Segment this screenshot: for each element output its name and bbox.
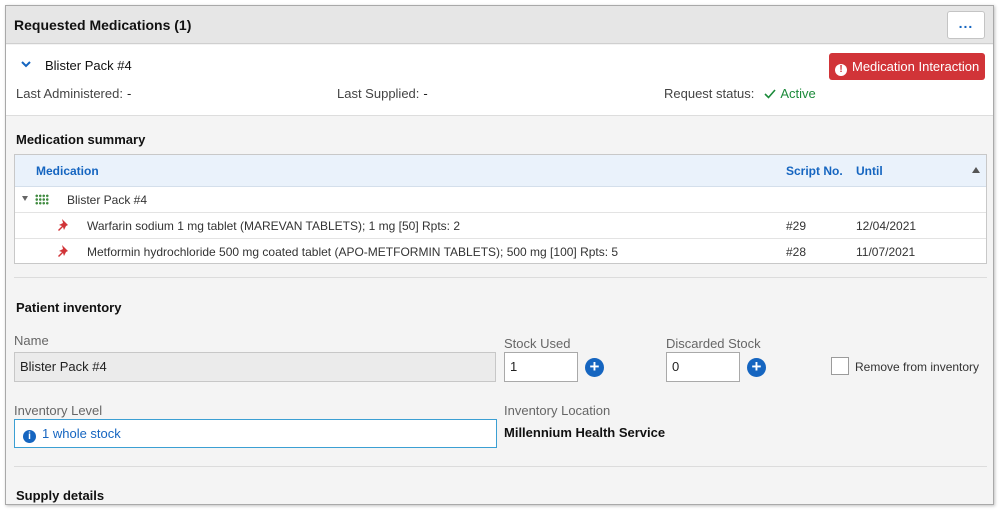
stock-used-input[interactable]: 1 [504,352,578,382]
remove-from-inventory-label[interactable]: Remove from inventory [855,360,979,374]
name-label: Name [14,333,49,348]
sort-ascending-icon[interactable] [972,167,980,173]
patient-inventory-title: Patient inventory [16,300,122,315]
panel-titlebar: Requested Medications (1) ... [6,6,993,44]
until-date: 11/07/2021 [856,245,916,259]
pin-icon [58,245,68,257]
last-administered-label: Last Administered: [16,86,123,101]
last-supplied: Last Supplied: - [337,86,428,101]
pin-icon [58,219,68,231]
column-medication[interactable]: Medication [36,164,99,178]
collapse-caret-icon[interactable] [22,196,28,201]
table-group-row[interactable]: Blister Pack #4 [15,187,986,213]
inventory-location-label: Inventory Location [504,403,611,418]
discarded-stock-label: Discarded Stock [666,336,761,351]
chevron-down-icon[interactable] [20,58,32,70]
group-label: Blister Pack #4 [67,193,148,207]
grid-icon [35,194,49,205]
inventory-location-value: Millennium Health Service [504,425,666,440]
medication-interaction-button[interactable]: ! Medication Interaction [829,53,985,80]
stock-used-label: Stock Used [504,336,571,351]
request-status: Request status: Active [664,86,816,101]
table-header: Medication Script No. Until [15,155,986,187]
column-script-no[interactable]: Script No. [786,164,843,178]
last-administered-value: - [126,86,132,101]
medication-summary-table: Medication Script No. Until Blister Pack… [14,154,987,264]
table-row[interactable]: Metformin hydrochloride 500 mg coated ta… [15,239,986,265]
alert-icon: ! [835,64,847,76]
medication-request-header: Blister Pack #4 ! Medication Interaction … [6,45,993,116]
discarded-stock-input[interactable]: 0 [666,352,740,382]
remove-from-inventory-checkbox[interactable] [831,357,849,375]
pack-title: Blister Pack #4 [45,58,132,73]
medication-name: Metformin hydrochloride 500 mg coated ta… [87,245,619,259]
last-supplied-value: - [423,86,428,101]
script-number: #29 [786,219,807,233]
medication-name: Warfarin sodium 1 mg tablet (MAREVAN TAB… [87,219,461,233]
supply-details-title: Supply details [16,488,105,503]
request-status-value: Active [780,86,816,101]
last-supplied-label: Last Supplied: [337,86,420,101]
info-icon: i [23,430,36,443]
more-options-button[interactable]: ... [947,11,985,39]
column-until[interactable]: Until [856,164,883,178]
request-status-label: Request status: [664,86,755,101]
inventory-name-field: Blister Pack #4 [14,352,496,382]
script-number: #28 [786,245,807,259]
section-divider [14,466,987,467]
requested-medications-panel: Requested Medications (1) ... Blister Pa… [5,5,994,505]
inventory-level-field: i 1 whole stock [14,419,497,448]
until-date: 12/04/2021 [856,219,917,233]
medication-summary-title: Medication summary [16,132,146,147]
panel-title: Requested Medications (1) [14,17,192,33]
checkmark-icon [764,89,776,99]
inventory-level-value: 1 whole stock [42,426,121,441]
inventory-level-label: Inventory Level [14,403,103,418]
add-discarded-stock-button[interactable]: + [747,358,766,377]
last-administered: Last Administered: - [16,86,131,101]
add-stock-used-button[interactable]: + [585,358,604,377]
section-divider [14,277,987,278]
table-row[interactable]: Warfarin sodium 1 mg tablet (MAREVAN TAB… [15,213,986,239]
medication-interaction-label: Medication Interaction [852,59,980,74]
